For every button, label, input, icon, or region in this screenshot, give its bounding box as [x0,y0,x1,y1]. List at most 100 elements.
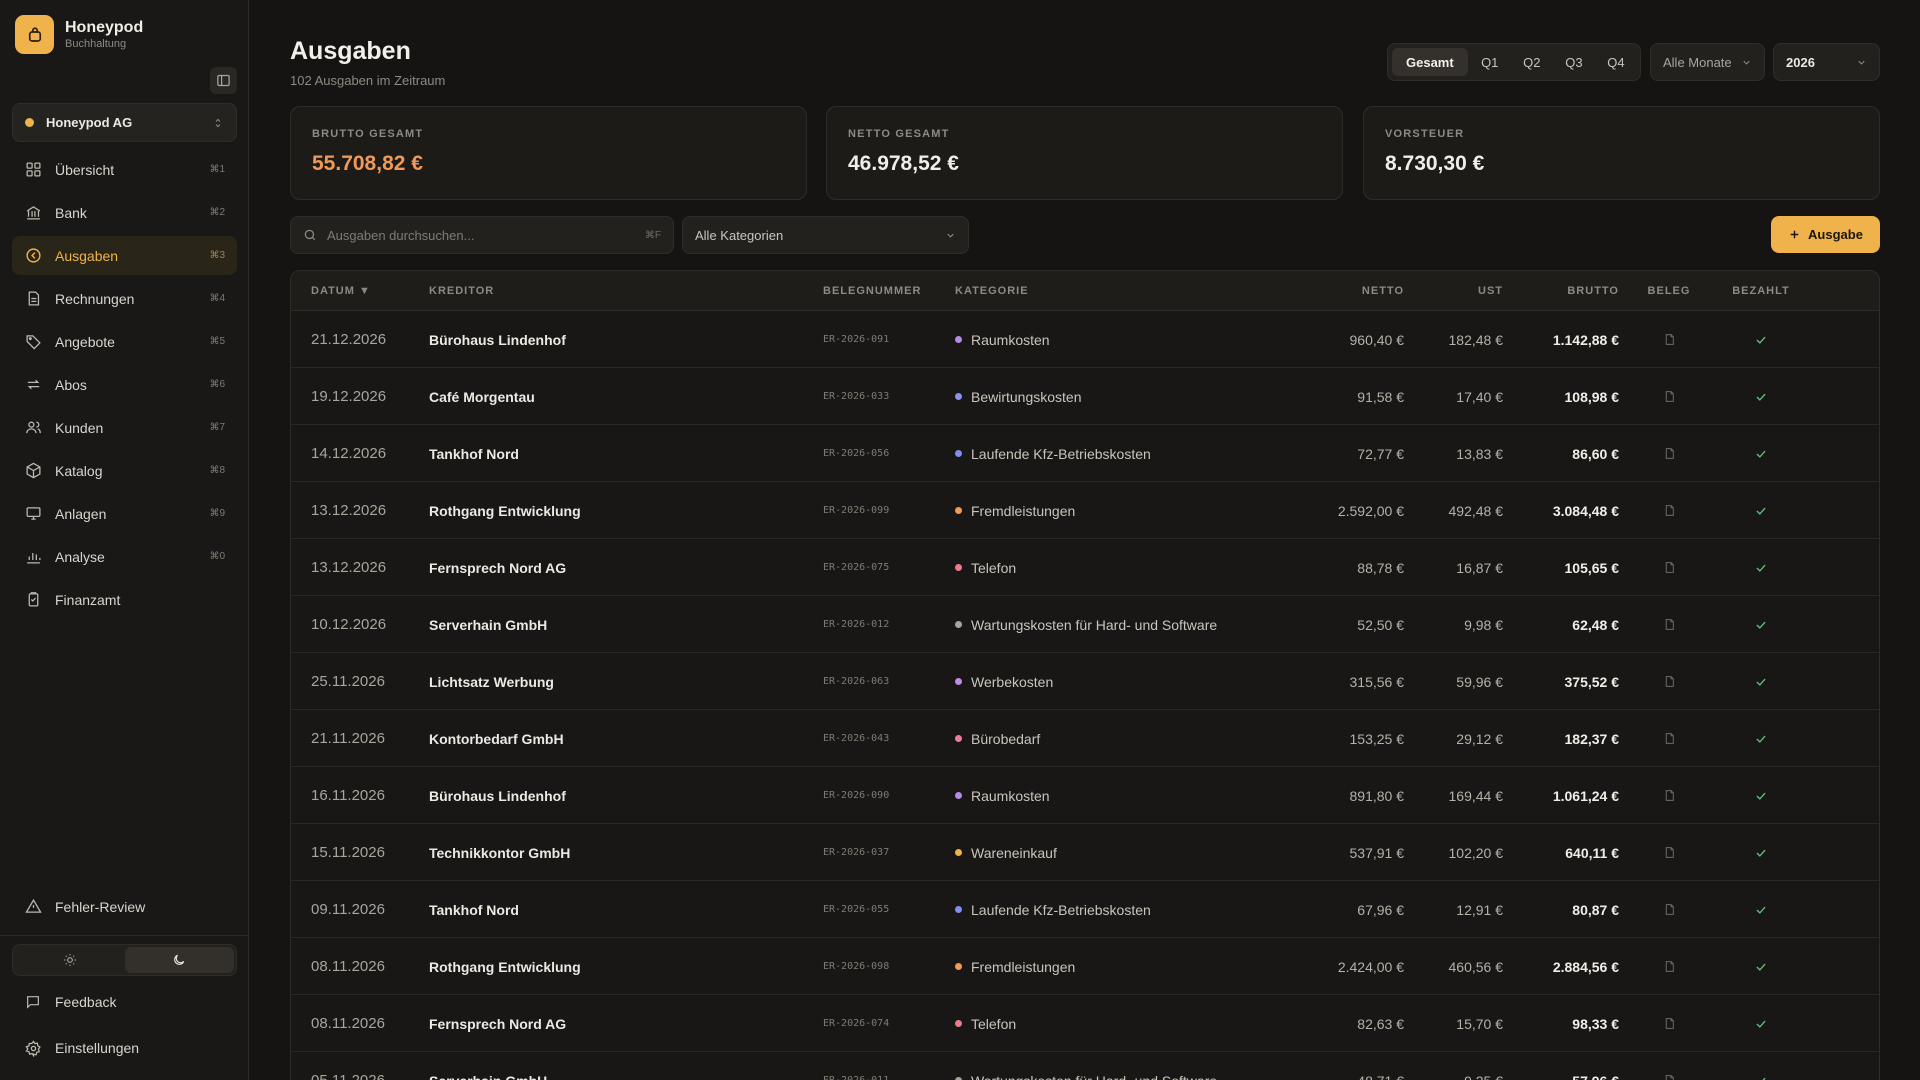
receipt-button[interactable] [1639,1052,1699,1080]
table-row[interactable]: 15.11.2026 Technikkontor GmbH ER-2026-037 W… [291,824,1879,881]
paid-status[interactable] [1711,596,1811,653]
receipt-button[interactable] [1639,995,1699,1052]
table-row[interactable]: 08.11.2026 Rothgang Entwicklung ER-2026-09… [291,938,1879,995]
table-row[interactable]: 19.12.2026 Café Morgentau ER-2026-033 Bewir… [291,368,1879,425]
category-filter-select[interactable]: Alle Kategorien [682,216,969,254]
company-switcher[interactable]: Honeypod AG [12,103,237,142]
sidebar-item-ausgaben[interactable]: Ausgaben ⌘3 [12,236,237,275]
document-icon [1665,334,1674,345]
cell-category: Wareneinkauf [955,824,1057,881]
paid-status[interactable] [1711,881,1811,938]
sidebar-item-fehler-review[interactable]: Fehler-Review [12,888,237,925]
paid-status[interactable] [1711,767,1811,824]
table-row[interactable]: 10.12.2026 Serverhain GmbH ER-2026-012 Wart… [291,596,1879,653]
brand[interactable]: Honeypod Buchhaltung [15,15,143,54]
sidebar-toggle-button[interactable] [210,67,237,94]
table-row[interactable]: 16.11.2026 Bürohaus Lindenhof ER-2026-090 R… [291,767,1879,824]
column-header-vat[interactable]: UST [1411,271,1503,311]
period-option-q3[interactable]: Q3 [1554,48,1594,76]
sidebar-item-abos[interactable]: Abos ⌘6 [12,365,237,404]
plus-icon [1790,230,1799,239]
cell-doc-number: ER-2026-099 [823,505,890,516]
paid-status[interactable] [1711,425,1811,482]
sidebar-item-label: Bank [55,204,87,221]
receipt-button[interactable] [1639,824,1699,881]
cell-date: 05.11.2026 [311,1052,385,1080]
receipt-button[interactable] [1639,425,1699,482]
table-row[interactable]: 14.12.2026 Tankhof Nord ER-2026-056 Laufend… [291,425,1879,482]
cell-doc-number: ER-2026-012 [823,619,890,630]
check-icon [1756,564,1766,572]
sidebar: Honeypod Buchhaltung Honeypod AG Übersic… [0,0,249,1080]
paid-status[interactable] [1711,368,1811,425]
receipt-button[interactable] [1639,368,1699,425]
receipt-button[interactable] [1639,596,1699,653]
cell-vat: 16,87 € [1456,559,1503,576]
table-body: 21.12.2026 Bürohaus Lindenhof ER-2026-091 R… [291,311,1879,1080]
paid-status[interactable] [1711,482,1811,539]
period-option-q1[interactable]: Q1 [1470,48,1510,76]
sidebar-item-übersicht[interactable]: Übersicht ⌘1 [12,150,237,189]
column-header-date[interactable]: DATUM ▼ [311,271,371,311]
clipboard-icon [24,591,42,609]
column-header-doc-number[interactable]: BELEGNUMMER [823,271,921,311]
table-row[interactable]: 08.11.2026 Fernsprech Nord AG ER-2026-074 T… [291,995,1879,1052]
paid-status[interactable] [1711,653,1811,710]
receipt-button[interactable] [1639,653,1699,710]
column-header-category[interactable]: KATEGORIE [955,271,1029,311]
table-row[interactable]: 13.12.2026 Rothgang Entwicklung ER-2026-09… [291,482,1879,539]
paid-status[interactable] [1711,995,1811,1052]
message-icon [24,993,42,1011]
category-dot [955,1020,962,1027]
year-select[interactable]: 2026 [1773,43,1880,81]
column-header-creditor[interactable]: KREDITOR [429,271,494,311]
paid-status[interactable] [1711,539,1811,596]
period-option-gesamt[interactable]: Gesamt [1392,48,1468,76]
sidebar-item-rechnungen[interactable]: Rechnungen ⌘4 [12,279,237,318]
receipt-button[interactable] [1639,881,1699,938]
paid-status[interactable] [1711,311,1811,368]
cell-category: Raumkosten [955,311,1050,368]
period-option-q4[interactable]: Q4 [1596,48,1636,76]
table-row[interactable]: 13.12.2026 Fernsprech Nord AG ER-2026-075 T… [291,539,1879,596]
paid-status[interactable] [1711,710,1811,767]
table-header: DATUM ▼ KREDITOR BELEGNUMMER KATEGORIE N… [291,271,1879,311]
receipt-button[interactable] [1639,482,1699,539]
category-label: Fremdleistungen [971,502,1076,519]
cell-net: 91,58 € [1357,388,1404,405]
period-option-q2[interactable]: Q2 [1512,48,1552,76]
table-row[interactable]: 09.11.2026 Tankhof Nord ER-2026-055 Laufend… [291,881,1879,938]
column-header-net[interactable]: NETTO [1291,271,1404,311]
sidebar-item-analyse[interactable]: Analyse ⌘0 [12,537,237,576]
receipt-button[interactable] [1639,539,1699,596]
chevron-up-down-icon [215,118,221,127]
sidebar-item-bank[interactable]: Bank ⌘2 [12,193,237,232]
settings-button[interactable]: Einstellungen [12,1031,237,1065]
feedback-button[interactable]: Feedback [12,985,237,1019]
sidebar-item-kunden[interactable]: Kunden ⌘7 [12,408,237,447]
card-value: 55.708,82 € [312,152,423,175]
table-row[interactable]: 05.11.2026 Serverhain GmbH ER-2026-011 Wart… [291,1052,1879,1080]
cell-net: 891,80 € [1349,787,1405,804]
sidebar-item-katalog[interactable]: Katalog ⌘8 [12,451,237,490]
dark-theme-button[interactable] [124,947,234,973]
cell-creditor: Fernsprech Nord AG [429,559,567,576]
search-input[interactable]: Ausgaben durchsuchen... ⌘F [290,216,674,254]
table-row[interactable]: 25.11.2026 Lichtsatz Werbung ER-2026-063 We… [291,653,1879,710]
light-theme-button[interactable] [15,947,125,973]
sidebar-item-anlagen[interactable]: Anlagen ⌘9 [12,494,237,533]
table-row[interactable]: 21.12.2026 Bürohaus Lindenhof ER-2026-091 R… [291,311,1879,368]
month-filter-select[interactable]: Alle Monate [1650,43,1765,81]
receipt-button[interactable] [1639,710,1699,767]
receipt-button[interactable] [1639,938,1699,995]
table-row[interactable]: 21.11.2026 Kontorbedarf GmbH ER-2026-043 Bü… [291,710,1879,767]
paid-status[interactable] [1711,938,1811,995]
sidebar-item-angebote[interactable]: Angebote ⌘5 [12,322,237,361]
receipt-button[interactable] [1639,767,1699,824]
paid-status[interactable] [1711,824,1811,881]
add-expense-button[interactable]: Ausgabe [1771,216,1880,253]
column-header-gross[interactable]: BRUTTO [1511,271,1619,311]
receipt-button[interactable] [1639,311,1699,368]
sidebar-item-finanzamt[interactable]: Finanzamt [12,580,237,619]
paid-status[interactable] [1711,1052,1811,1080]
